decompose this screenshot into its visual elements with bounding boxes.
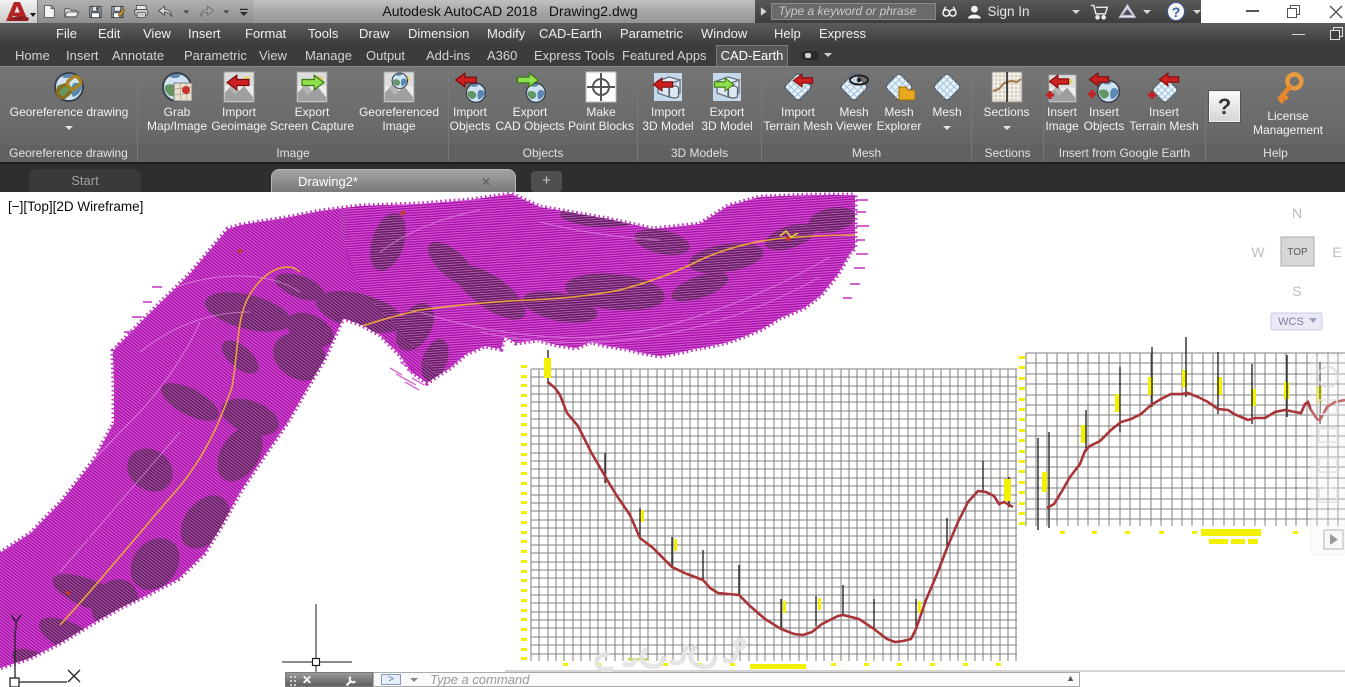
svg-text:TOP: TOP xyxy=(1287,247,1308,258)
svg-text:W: W xyxy=(1251,244,1265,260)
svg-text:N: N xyxy=(1292,205,1302,221)
svg-text:[−][Top][2D Wireframe]: [−][Top][2D Wireframe] xyxy=(8,199,143,214)
svg-text:WCS: WCS xyxy=(1278,316,1304,328)
svg-text:S: S xyxy=(1292,283,1301,299)
svg-text:E: E xyxy=(1332,244,1341,260)
